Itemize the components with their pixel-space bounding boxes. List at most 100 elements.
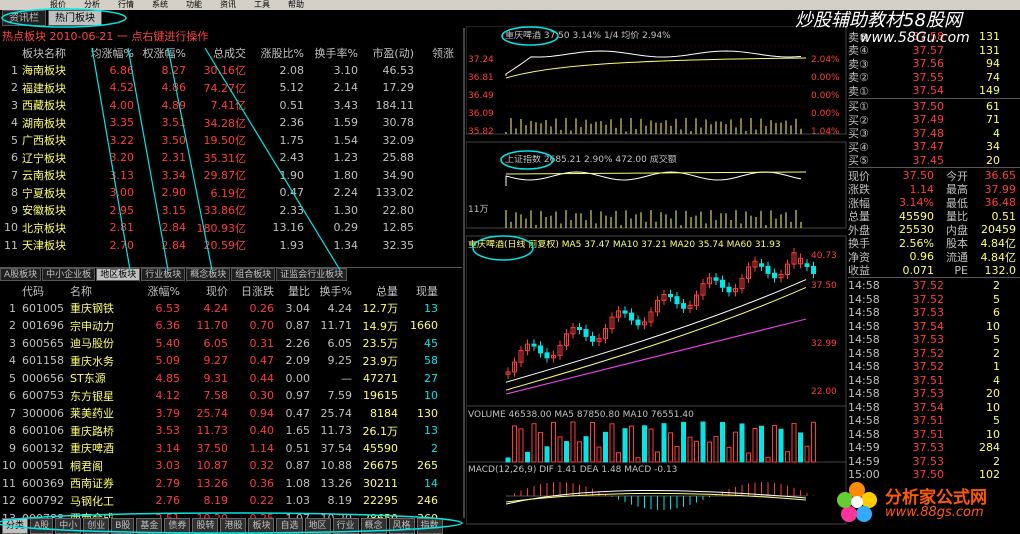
sector-tab[interactable]: 概念板块 [186,268,231,281]
table-cell: 3.20 [109,151,135,165]
table-row[interactable]: 1 海南板块 6.86 8.27 30.16亿 2.08 3.10 46.53 [0,62,462,80]
tab-news[interactable]: 资讯栏 [2,10,46,26]
sector-tab[interactable]: 中小企业板 [42,268,96,281]
price-axis-label: 36.49 [468,91,494,101]
menu-item[interactable]: 行情 [118,0,134,10]
market-tab[interactable]: 港股 [220,518,247,534]
menu-item[interactable]: 功能 [186,0,202,10]
market-tab[interactable]: 创业 [83,518,110,534]
market-tab[interactable]: A股 [30,518,54,534]
table-row[interactable]: 9 安徽板块 2.95 3.15 33.86亿 2.33 1.30 22.80 [0,202,462,220]
table-cell: 2.95 [109,203,135,217]
market-tab[interactable]: 债券 [164,518,191,534]
table-cell: 37.54 [320,441,353,455]
column-header[interactable]: 换手率% [304,45,358,61]
tick-volume: 102 [979,468,1000,482]
table-row[interactable]: 5 广西板块 3.22 3.50 19.50亿 1.75 1.54 32.09 [0,132,462,150]
menu-item[interactable]: 系统 [152,0,168,10]
sector-tab[interactable]: 地区板块 [96,268,141,281]
menu-item[interactable]: 工具 [254,0,270,10]
sector-tab[interactable]: 行业板块 [141,268,186,281]
stat-value: 37.99 [984,182,1017,196]
table-row[interactable]: 12 600792 马钢化工 2.76 8.19 0.22 1.03 8.19 22295 246 [0,492,462,510]
table-cell: 1.65 [285,424,311,438]
table-row[interactable]: 9 600132 重庆啤酒 3.14 37.50 1.14 0.51 37.54 45590 2 [0,440,462,458]
market-tab[interactable]: 基金 [136,518,163,534]
table-cell: 1.54 [333,133,359,147]
column-header[interactable]: 现量 [398,283,438,299]
table-row[interactable]: 7 云南板块 3.13 3.34 29.87亿 1.90 1.80 34.90 [0,167,462,185]
market-tab[interactable]: 股转 [192,518,219,534]
table-row[interactable]: 6 600753 东方银星 4.12 7.58 0.30 0.97 7.59 19615 10 [0,387,462,405]
column-header[interactable]: 市盈(动) [358,45,414,61]
column-header[interactable]: 日涨跌 [228,283,274,299]
market-tab[interactable]: 分类 [2,518,29,534]
tick-price: 37.50 [912,468,945,482]
volume-bar [538,432,543,463]
menu-item[interactable]: 帮助 [288,0,304,10]
kline-candle [668,293,673,298]
market-tab[interactable]: 概念 [360,518,387,534]
row-index: 7 [11,168,18,182]
table-cell: 13 [424,424,438,438]
column-header[interactable]: 板块名称 [22,45,84,61]
kline-candle [713,277,719,281]
table-row[interactable]: 3 600565 迪马股份 5.40 6.05 0.31 2.26 6.05 23.5万 45 [0,335,462,353]
sector-tab[interactable]: 证监会行业板块 [276,268,348,281]
market-tab[interactable]: 中小 [55,518,82,534]
table-cell: 9.25 [327,354,353,368]
table-row[interactable]: 2 001696 宗申动力 6.36 11.70 0.70 0.87 11.71 14.9万 16… [0,317,462,335]
tab-hot-sectors[interactable]: 热门板块 [48,10,102,26]
column-header[interactable]: 权涨幅% [134,45,186,61]
kline-candle [577,327,582,331]
table-row[interactable]: 7 300006 莱美药业 3.79 25.74 0.94 0.47 25.74 8184 130 [0,405,462,423]
market-tab[interactable]: 板块 [248,518,275,534]
column-header[interactable]: 换手% [310,283,352,299]
column-header[interactable]: 总量 [352,283,398,299]
table-row[interactable]: 11 600369 西南证券 2.79 13.26 0.36 1.08 13.26 30211 1… [0,475,462,493]
table-cell: 6.36 [155,319,181,333]
menu-item[interactable]: 报价 [50,0,66,10]
market-tab[interactable]: 地区 [304,518,331,534]
tick-row: 14:58 37.54 10 [848,401,1020,415]
market-tab[interactable]: 行业 [332,518,359,534]
table-cell: 东方银星 [70,389,114,403]
table-row[interactable]: 11 天津板块 2.70 2.84 20.59亿 1.93 1.34 32.35 [0,237,462,255]
table-cell: 北京板块 [22,221,66,235]
table-row[interactable]: 10 000591 桐君阁 3.03 10.87 0.32 0.87 10.88 26675 26… [0,457,462,475]
menu-item[interactable]: 分析 [84,0,100,10]
menu-item[interactable]: 资讯 [220,0,236,10]
volume-bar [551,421,556,463]
market-tab[interactable]: 指数 [416,518,443,534]
column-header[interactable]: 量比 [274,283,310,299]
sector-tab[interactable]: 组合板块 [231,268,276,281]
table-row[interactable]: 6 辽宁板块 3.20 2.31 35.31亿 2.43 1.23 25.88 [0,149,462,167]
column-header[interactable]: 名称 [70,283,136,299]
table-cell: 35.31亿 [203,151,247,165]
table-row[interactable]: 1 601005 重庆钢铁 6.53 4.24 0.26 3.04 4.24 12.7万 13 [0,300,462,318]
column-header[interactable]: 涨幅% [136,283,180,299]
sector-tab[interactable]: A股板块 [0,268,42,281]
table-row[interactable]: 2 福建板块 4.52 4.86 74.27亿 5.12 2.14 17.29 [0,79,462,97]
table-cell: 26675 [363,459,398,473]
table-cell: 000656 [22,371,64,385]
column-header[interactable]: 均涨幅% [84,45,134,61]
table-row[interactable]: 5 000656 ST东源 4.85 9.31 0.44 0.00 — 47271 27 [0,370,462,388]
column-header[interactable]: 代码 [22,283,70,299]
pct-axis-label: 1.04% [811,127,840,137]
table-row[interactable]: 3 西藏板块 4.00 4.89 7.41亿 0.51 3.43 184.11 [0,97,462,115]
table-row[interactable]: 10 北京板块 2.81 2.84 180.93亿 13.16 0.29 12.85 [0,219,462,237]
table-row[interactable]: 8 宁夏板块 3.00 2.90 6.19亿 0.47 2.24 133.02 [0,184,462,202]
column-header[interactable]: 总成交 [186,45,246,61]
table-row[interactable]: 8 600106 重庆路桥 3.53 11.73 0.40 1.65 11.73 26.1万 13 [0,422,462,440]
column-header[interactable]: 现价 [180,283,228,299]
table-row[interactable]: 4 601158 重庆水务 5.09 9.27 0.47 2.09 9.25 23.9万 58 [0,352,462,370]
table-cell: 2.08 [279,63,305,77]
column-header[interactable]: 涨股比% [246,45,304,61]
market-tab[interactable]: 风格 [388,518,415,534]
sector-table: 板块名称 均涨幅% 权涨幅% 总成交 涨股比% 换手率% 市盈(动) 领涨 1 海南板块 6.86 8… [0,44,462,254]
column-header[interactable]: 领涨 [414,45,454,61]
table-row[interactable]: 4 湖南板块 3.35 3.51 34.28亿 2.36 1.59 30.78 [0,114,462,132]
market-tab[interactable]: 自选 [276,518,303,534]
market-tab[interactable]: B股 [111,518,135,534]
